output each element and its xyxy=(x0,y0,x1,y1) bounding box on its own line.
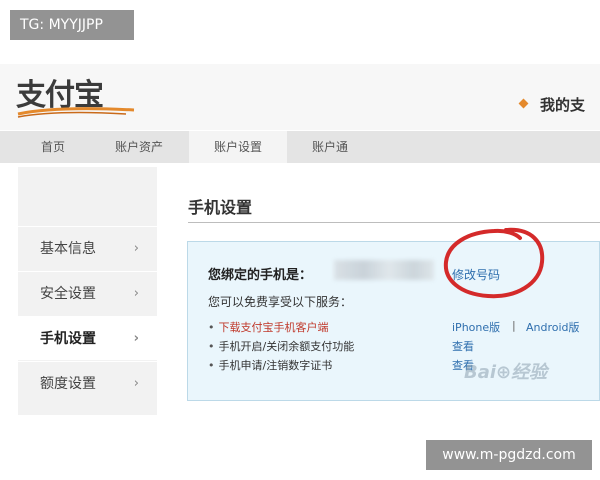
service-item: • 下载支付宝手机客户端 xyxy=(208,319,329,335)
free-services-text: 您可以免费享受以下服务： xyxy=(208,295,353,309)
change-number-link[interactable]: 修改号码 xyxy=(452,266,500,283)
view-link[interactable]: 查看 xyxy=(452,338,474,354)
android-version-link[interactable]: Android版 xyxy=(526,319,580,335)
settings-sidebar: 基本信息 › 安全设置 › 手机设置 › 额度设置 › xyxy=(18,167,157,415)
sidebar-item-phone-settings[interactable]: 手机设置 › xyxy=(18,316,157,360)
service-item: • 手机开启/关闭余额支付功能 xyxy=(208,338,354,354)
bullet: • xyxy=(208,359,215,372)
chevron-right-icon: › xyxy=(133,376,139,391)
sidebar-item-label: 额度设置 xyxy=(40,376,96,392)
service-label: 手机申请/注销数字证书 xyxy=(218,359,333,372)
service-item: • 手机申请/注销数字证书 xyxy=(208,357,332,373)
bound-phone-label: 您绑定的手机是： xyxy=(208,268,313,283)
sidebar-item-label: 手机设置 xyxy=(40,331,96,347)
main-nav: 首页 账户资产 账户设置 账户通 xyxy=(0,131,600,163)
nav-item-account-settings[interactable]: 账户设置 xyxy=(189,131,287,163)
service-label: 手机开启/关闭余额支付功能 xyxy=(218,340,355,353)
logo-swoosh-icon xyxy=(17,107,135,118)
nav-item-home[interactable]: 首页 xyxy=(4,131,102,163)
alipay-logo[interactable]: 支付宝 xyxy=(16,76,136,122)
title-divider xyxy=(188,222,600,223)
chevron-right-icon: › xyxy=(133,286,139,301)
link-separator: | xyxy=(512,319,516,332)
chevron-right-icon: › xyxy=(133,331,139,346)
sidebar-item-label: 基本信息 xyxy=(40,241,96,257)
my-alipay-label: 我的支 xyxy=(540,96,586,114)
watermark-tag-bottom: www.m-pgdzd.com xyxy=(426,440,592,470)
chevron-right-icon: › xyxy=(133,241,139,256)
page-title: 手机设置 xyxy=(188,198,253,217)
iphone-version-link[interactable]: iPhone版 xyxy=(452,319,500,335)
sidebar-item-label: 安全设置 xyxy=(40,286,96,302)
nav-item-account-assets[interactable]: 账户资产 xyxy=(90,131,188,163)
diamond-bullet-icon xyxy=(518,98,529,109)
nav-item-account-link[interactable]: 账户通 xyxy=(281,131,379,163)
bullet: • xyxy=(208,340,215,353)
site-header: 支付宝 我的支 xyxy=(0,64,600,130)
sidebar-item-limit-settings[interactable]: 额度设置 › xyxy=(18,361,157,405)
bullet: • xyxy=(208,321,215,334)
my-alipay-link[interactable]: 我的支 xyxy=(518,94,586,115)
sidebar-item-security[interactable]: 安全设置 › xyxy=(18,271,157,315)
sidebar-item-basic-info[interactable]: 基本信息 › xyxy=(18,226,157,270)
phone-number-redacted xyxy=(334,260,434,280)
download-client-link[interactable]: 下载支付宝手机客户端 xyxy=(219,321,329,334)
baidu-watermark: Bai⊕经验 xyxy=(464,362,548,383)
watermark-tag-top: TG: MYYJJPP xyxy=(10,10,134,40)
